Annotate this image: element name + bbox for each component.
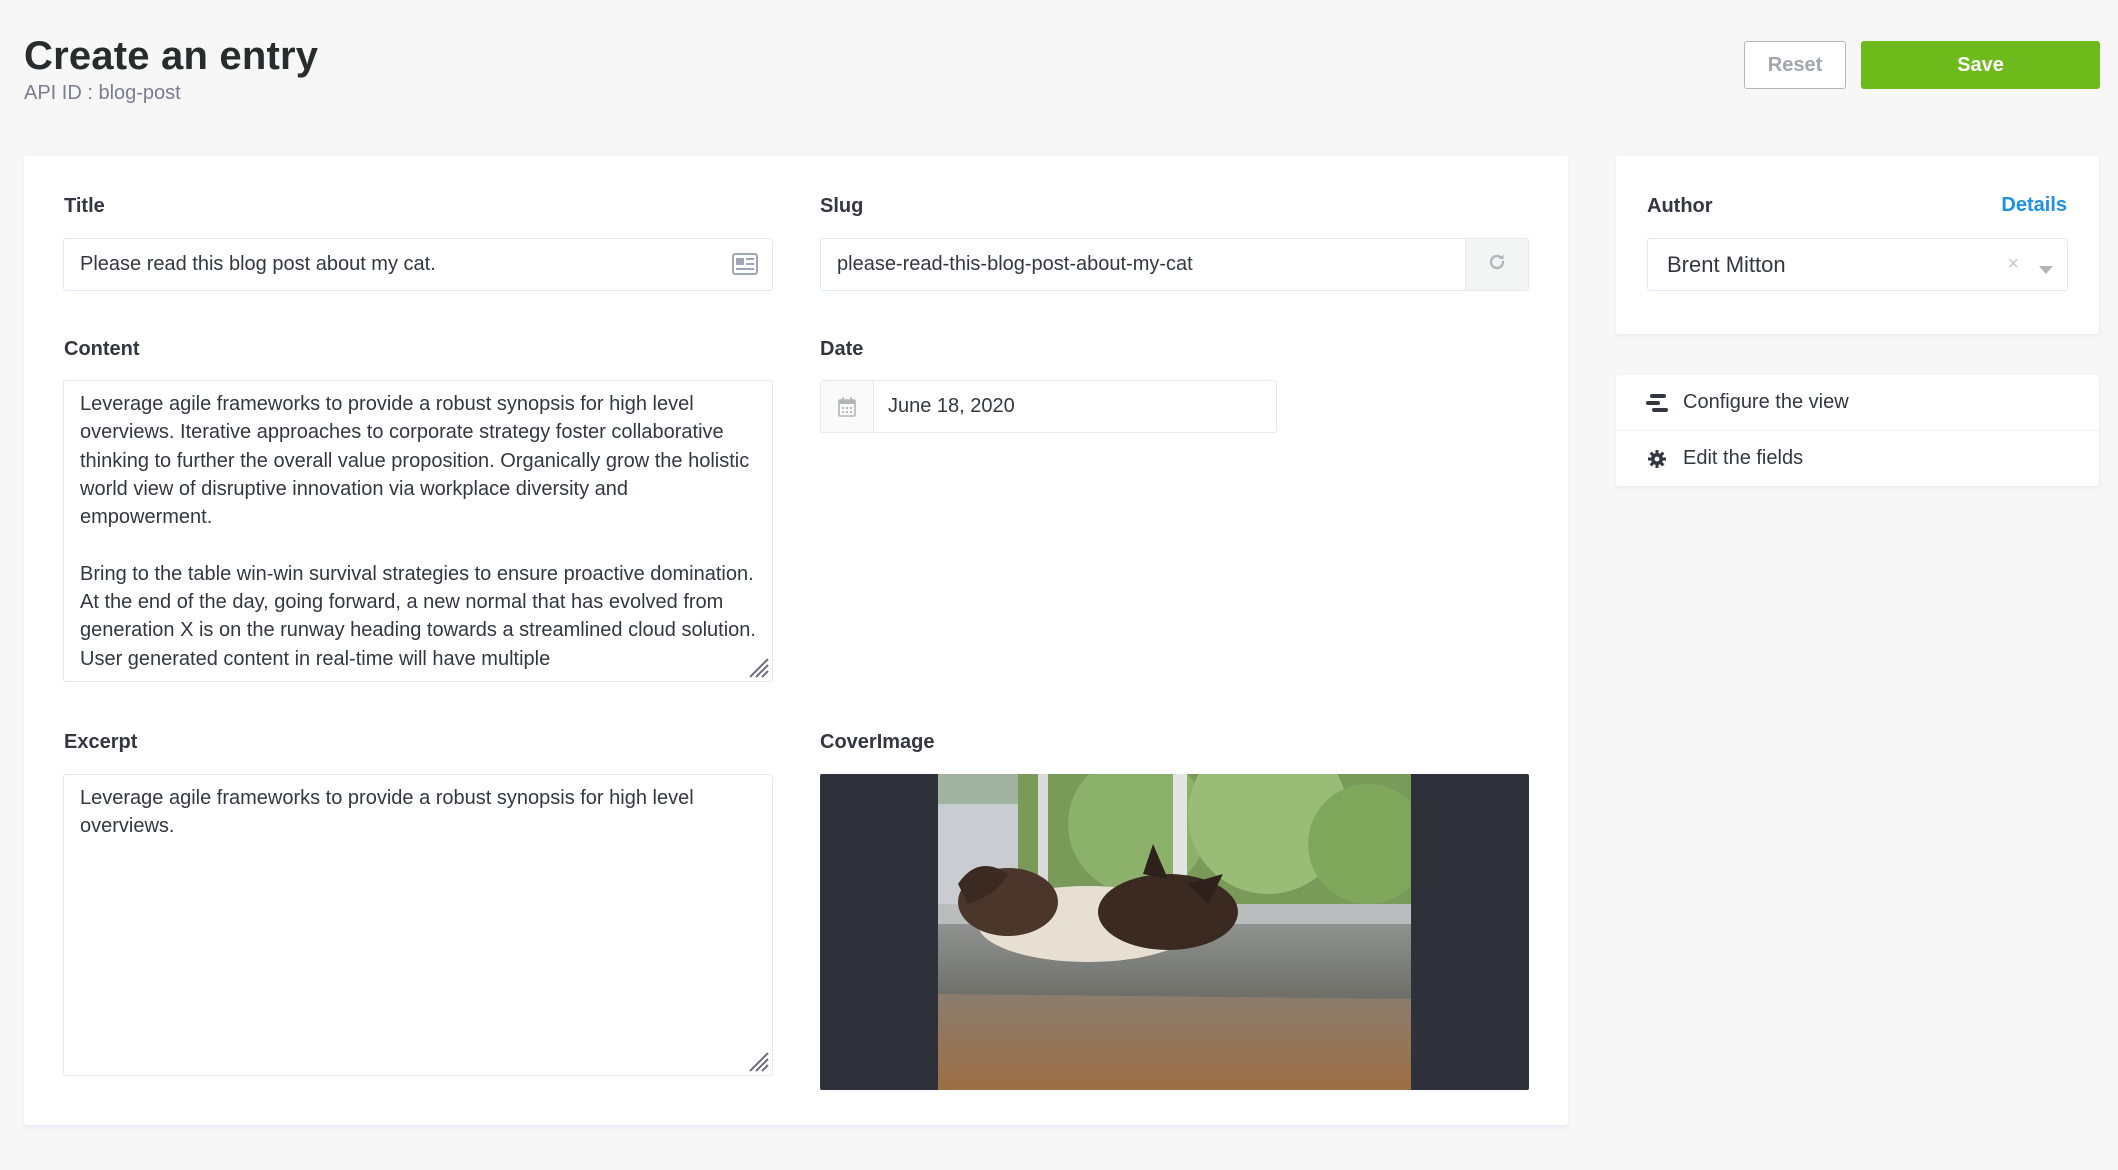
edit-fields-label: Edit the fields	[1683, 447, 1804, 469]
excerpt-value: Leverage agile frameworks to provide a r…	[80, 787, 694, 838]
text-format-icon	[732, 253, 758, 281]
gear-icon	[1645, 449, 1669, 468]
chevron-down-icon[interactable]	[2039, 261, 2053, 279]
slug-value: please-read-this-blog-post-about-my-cat	[837, 253, 1193, 275]
regenerate-slug-button[interactable]	[1465, 239, 1528, 290]
refresh-icon	[1488, 253, 1506, 277]
entry-form-card: Title Please read this blog post about m…	[24, 156, 1568, 1125]
reset-button[interactable]: Reset	[1744, 41, 1846, 89]
links-card: Configure the view Edit the fields	[1616, 375, 2099, 486]
content-paragraph: Leverage agile frameworks to provide a r…	[80, 393, 750, 529]
api-id-subtitle: API ID : blog-post	[24, 82, 181, 104]
configure-view-label: Configure the view	[1683, 391, 1849, 413]
date-value: June 18, 2020	[888, 395, 1015, 417]
author-details-link[interactable]: Details	[2001, 194, 2067, 217]
author-value: Brent Mitton	[1667, 251, 1786, 277]
content-textarea[interactable]: Leverage agile frameworks to provide a r…	[63, 380, 773, 682]
excerpt-textarea[interactable]: Leverage agile frameworks to provide a r…	[63, 774, 773, 1076]
slug-input[interactable]: please-read-this-blog-post-about-my-cat	[820, 238, 1529, 291]
excerpt-label: Excerpt	[64, 731, 138, 753]
slug-label: Slug	[820, 195, 864, 217]
resize-handle-icon[interactable]	[746, 655, 770, 679]
content-label: Content	[64, 338, 140, 360]
date-label: Date	[820, 338, 864, 360]
title-value: Please read this blog post about my cat.	[80, 253, 436, 275]
save-button[interactable]: Save	[1861, 41, 2100, 89]
cover-image-dropzone[interactable]	[820, 774, 1529, 1090]
title-input[interactable]: Please read this blog post about my cat.	[63, 238, 773, 291]
author-label: Author	[1647, 195, 1713, 217]
clear-icon[interactable]: ×	[2007, 254, 2019, 274]
coverimage-label: CoverImage	[820, 731, 935, 753]
configure-view-link[interactable]: Configure the view	[1616, 375, 2099, 430]
page-title: Create an entry	[24, 34, 319, 78]
edit-fields-link[interactable]: Edit the fields	[1616, 431, 2099, 486]
layout-icon	[1645, 393, 1669, 412]
title-label: Title	[64, 195, 105, 217]
content-paragraph: Bring to the table win-win survival stra…	[80, 562, 756, 670]
author-select[interactable]: Brent Mitton ×	[1647, 238, 2068, 291]
date-input[interactable]: June 18, 2020	[820, 380, 1277, 433]
author-card: Author Details Brent Mitton ×	[1616, 156, 2099, 334]
cat-photo	[938, 774, 1411, 1090]
resize-handle-icon[interactable]	[746, 1049, 770, 1073]
calendar-icon	[821, 381, 874, 432]
